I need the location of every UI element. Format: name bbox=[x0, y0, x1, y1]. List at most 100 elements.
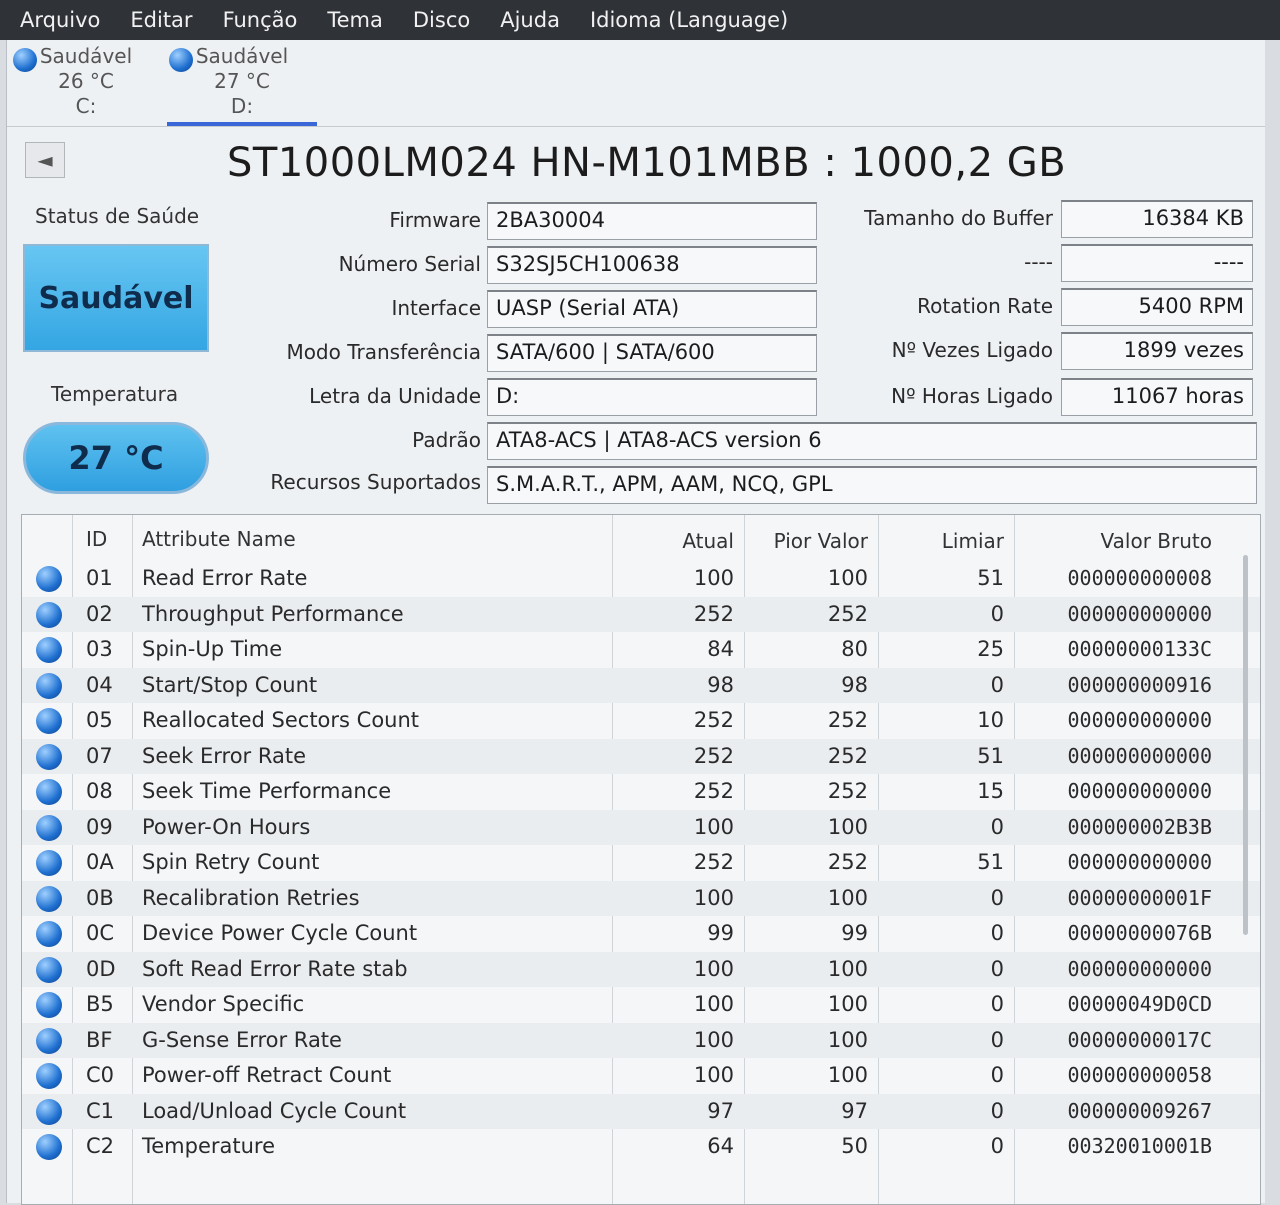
column-header-raw[interactable]: Valor Bruto bbox=[1022, 529, 1212, 553]
table-row[interactable]: C1 Load/Unload Cycle Count 97 97 0 0000000092… bbox=[22, 1093, 1260, 1129]
table-row[interactable]: 0C Device Power Cycle Count 99 99 0 000000000… bbox=[22, 916, 1260, 952]
menu-idioma[interactable]: Idioma (Language) bbox=[588, 6, 790, 34]
attribute-name: Spin Retry Count bbox=[142, 850, 320, 874]
column-header-attribute[interactable]: Attribute Name bbox=[142, 527, 602, 551]
menu-disco[interactable]: Disco bbox=[411, 6, 472, 34]
current-value: 252 bbox=[693, 708, 734, 732]
status-dot-icon bbox=[36, 956, 62, 983]
health-status-icon bbox=[169, 48, 193, 72]
attribute-id: 01 bbox=[86, 566, 113, 590]
status-dot-icon bbox=[36, 1098, 62, 1125]
raw-value: 00000049D0CD bbox=[1067, 992, 1213, 1016]
current-value: 100 bbox=[693, 885, 734, 910]
attribute-name: G-Sense Error Rate bbox=[142, 1027, 342, 1052]
current-value: 252 bbox=[693, 779, 734, 803]
raw-value: 00000000001F bbox=[1067, 885, 1213, 910]
power-on-count-label: Nº Vezes Ligado bbox=[891, 338, 1053, 362]
interface-label: Interface bbox=[391, 296, 481, 320]
menu-funcao[interactable]: Função bbox=[221, 6, 300, 34]
buffer-size-field: 16384 KB bbox=[1061, 200, 1253, 238]
firmware-label: Firmware bbox=[389, 208, 481, 232]
unknown-label: ---- bbox=[1024, 250, 1053, 274]
attribute-name: Seek Error Rate bbox=[142, 743, 307, 768]
current-value: 98 bbox=[707, 672, 734, 697]
status-dot-icon bbox=[36, 672, 62, 699]
transfer-mode-label: Modo Transferência bbox=[286, 340, 481, 364]
raw-value: 000000000000 bbox=[1067, 601, 1213, 626]
menu-bar: Arquivo Editar Função Tema Disco Ajuda I… bbox=[0, 0, 1280, 40]
table-row[interactable]: BF G-Sense Error Rate 100 100 0 00000000017C bbox=[22, 1022, 1260, 1058]
column-header-threshold[interactable]: Limiar bbox=[882, 529, 1004, 553]
raw-value: 000000000916 bbox=[1067, 672, 1213, 697]
raw-value: 000000000000 bbox=[1067, 743, 1213, 768]
status-dot-icon bbox=[36, 814, 62, 841]
worst-value: 99 bbox=[841, 921, 868, 945]
table-row[interactable]: 0A Spin Retry Count 252 252 51 000000000000 bbox=[22, 845, 1260, 881]
menu-editar[interactable]: Editar bbox=[128, 6, 194, 34]
column-header-worst[interactable]: Pior Valor bbox=[752, 529, 868, 553]
worst-value: 252 bbox=[827, 708, 868, 732]
menu-arquivo[interactable]: Arquivo bbox=[18, 6, 102, 34]
temperature-badge: 27 °C bbox=[23, 422, 209, 494]
table-row[interactable]: 02 Throughput Performance 252 252 0 000000000… bbox=[22, 596, 1260, 632]
health-status-badge[interactable]: Saudável bbox=[23, 244, 209, 352]
table-row[interactable]: 07 Seek Error Rate 252 252 51 000000000000 bbox=[22, 738, 1260, 774]
smart-attributes-table[interactable]: ID Attribute Name Atual Pior Valor Limia… bbox=[21, 514, 1261, 1205]
table-row[interactable]: 08 Seek Time Performance 252 252 15 000000000… bbox=[22, 774, 1260, 810]
drive-tab-c[interactable]: Saudável 26 °C C: bbox=[11, 44, 161, 124]
threshold-value: 25 bbox=[977, 637, 1004, 661]
drive-temp: 26 °C bbox=[58, 69, 114, 93]
worst-value: 50 bbox=[841, 1134, 868, 1158]
table-row[interactable]: 03 Spin-Up Time 84 80 25 00000000133C bbox=[22, 632, 1260, 668]
status-dot-icon bbox=[36, 779, 62, 805]
raw-value: 000000000000 bbox=[1067, 956, 1213, 981]
attribute-id: C0 bbox=[86, 1063, 115, 1087]
status-dot-icon bbox=[36, 1134, 62, 1160]
threshold-value: 0 bbox=[990, 814, 1004, 839]
table-row[interactable]: 01 Read Error Rate 100 100 51 000000000008 bbox=[22, 561, 1260, 597]
menu-tema[interactable]: Tema bbox=[325, 6, 385, 34]
table-row[interactable]: B5 Vendor Specific 100 100 0 00000049D0CD bbox=[22, 987, 1260, 1023]
attribute-id: 04 bbox=[86, 672, 113, 697]
threshold-value: 0 bbox=[990, 1098, 1004, 1123]
supported-features-field: S.M.A.R.T., APM, AAM, NCQ, GPL bbox=[487, 466, 1257, 504]
raw-value: 000000009267 bbox=[1067, 1098, 1213, 1123]
health-status-label: Status de Saúde bbox=[35, 204, 200, 228]
table-row[interactable]: 04 Start/Stop Count 98 98 0 000000000916 bbox=[22, 667, 1260, 703]
column-header-id[interactable]: ID bbox=[86, 527, 126, 551]
threshold-value: 0 bbox=[990, 992, 1004, 1016]
interface-field: UASP (Serial ATA) bbox=[487, 290, 817, 328]
table-row[interactable]: 05 Reallocated Sectors Count 252 252 10 00000… bbox=[22, 703, 1260, 739]
column-header-current[interactable]: Atual bbox=[622, 529, 734, 553]
attribute-id: 0B bbox=[86, 885, 114, 910]
buffer-size-label: Tamanho do Buffer bbox=[864, 206, 1053, 230]
table-row[interactable]: 0D Soft Read Error Rate stab 100 100 0 000000… bbox=[22, 951, 1260, 987]
serial-field: S32SJ5CH100638 bbox=[487, 246, 817, 284]
attribute-id: 09 bbox=[86, 814, 113, 839]
worst-value: 100 bbox=[827, 885, 868, 910]
drive-letter-label: Letra da Unidade bbox=[309, 384, 481, 408]
status-dot-icon bbox=[36, 992, 62, 1018]
attribute-name: Power-off Retract Count bbox=[142, 1063, 392, 1087]
worst-value: 100 bbox=[827, 566, 868, 590]
table-row[interactable]: 09 Power-On Hours 100 100 0 000000002B3B bbox=[22, 809, 1260, 845]
transfer-mode-field: SATA/600 | SATA/600 bbox=[487, 334, 817, 372]
current-value: 100 bbox=[693, 814, 734, 839]
table-row[interactable]: 0B Recalibration Retries 100 100 0 0000000000… bbox=[22, 880, 1260, 916]
menu-ajuda[interactable]: Ajuda bbox=[498, 6, 562, 34]
table-body: 01 Read Error Rate 100 100 51 000000000008 02 T… bbox=[22, 561, 1260, 1165]
raw-value: 00000000076B bbox=[1067, 921, 1213, 945]
worst-value: 252 bbox=[827, 850, 868, 874]
drive-tab-d[interactable]: Saudável 27 °C D: bbox=[167, 44, 317, 126]
serial-label: Número Serial bbox=[338, 252, 481, 276]
status-dot-icon bbox=[36, 885, 62, 912]
vertical-scrollbar[interactable] bbox=[1243, 555, 1248, 935]
previous-disk-button[interactable]: ◄ bbox=[25, 142, 65, 178]
attribute-name: Device Power Cycle Count bbox=[142, 921, 418, 945]
worst-value: 98 bbox=[841, 672, 868, 697]
table-row[interactable]: C2 Temperature 64 50 0 00320010001B bbox=[22, 1129, 1260, 1165]
threshold-value: 51 bbox=[977, 743, 1004, 768]
threshold-value: 0 bbox=[990, 956, 1004, 981]
attribute-name: Recalibration Retries bbox=[142, 885, 360, 910]
table-row[interactable]: C0 Power-off Retract Count 100 100 0 00000000… bbox=[22, 1058, 1260, 1094]
